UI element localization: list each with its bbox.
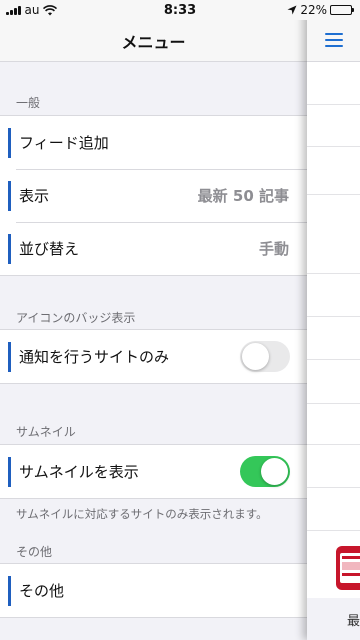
- footer-text-fragment: 最: [347, 614, 360, 629]
- content-navbar: [307, 20, 360, 62]
- menu-row-display[interactable]: 表示 最新 50 記事: [0, 169, 307, 222]
- list-divider: [307, 316, 360, 317]
- row-label: その他: [19, 582, 65, 600]
- hamburger-menu-icon[interactable]: [325, 33, 343, 47]
- toggle-knob: [261, 458, 288, 485]
- thumbnail-note: サムネイルに対応するサイトのみ表示されます。: [16, 507, 268, 521]
- toggle-knob: [242, 343, 269, 370]
- row-label: 並び替え: [19, 240, 80, 258]
- row-label: 通知を行うサイトのみ: [19, 348, 170, 366]
- menu-row-add-feed[interactable]: フィード追加: [0, 116, 307, 169]
- row-label: 表示: [19, 187, 50, 205]
- list-divider: [307, 444, 360, 445]
- list-divider: [307, 194, 360, 195]
- section-header-general: 一般: [16, 96, 41, 110]
- row-label: サムネイルを表示: [19, 463, 139, 481]
- location-arrow-icon: [287, 5, 297, 15]
- accent-bar: [8, 576, 11, 606]
- accent-bar: [8, 342, 11, 372]
- show-thumbnail-toggle[interactable]: [240, 456, 290, 487]
- list-divider: [307, 273, 360, 274]
- content-panel[interactable]: 最: [307, 0, 360, 640]
- accent-bar: [8, 234, 11, 264]
- other-group: その他: [0, 563, 307, 618]
- menu-row-other[interactable]: その他: [0, 564, 307, 617]
- menu-row-show-thumbnail: サムネイルを表示: [0, 445, 307, 498]
- menu-row-sort[interactable]: 並び替え 手動: [0, 222, 307, 275]
- content-footer: 最: [307, 598, 360, 640]
- section-header-thumbnail: サムネイル: [16, 425, 76, 439]
- status-right: 22%: [287, 3, 354, 17]
- list-divider: [307, 104, 360, 105]
- thumbnail-group: サムネイルを表示: [0, 444, 307, 499]
- section-header-badge: アイコンのバッジ表示: [16, 311, 136, 325]
- row-label: フィード追加: [19, 134, 109, 152]
- notify-only-toggle[interactable]: [240, 341, 290, 372]
- menu-panel: メニュー 一般 フィード追加 表示 最新 50 記事 並び替え 手動 アイコンの…: [0, 0, 307, 640]
- status-bar: au 8:33 22%: [0, 0, 360, 20]
- article-thumbnail[interactable]: [336, 546, 360, 590]
- list-divider: [307, 403, 360, 404]
- menu-navbar: メニュー: [0, 20, 307, 62]
- list-divider: [307, 359, 360, 360]
- badge-group: 通知を行うサイトのみ: [0, 329, 307, 384]
- list-divider: [307, 487, 360, 488]
- battery-percent: 22%: [300, 3, 327, 17]
- section-header-other: その他: [16, 545, 53, 559]
- general-group: フィード追加 表示 最新 50 記事 並び替え 手動: [0, 115, 307, 276]
- accent-bar: [8, 457, 11, 487]
- accent-bar: [8, 181, 11, 211]
- menu-row-notify-only: 通知を行うサイトのみ: [0, 330, 307, 383]
- battery-icon: [330, 5, 354, 15]
- accent-bar: [8, 128, 11, 158]
- page-title: メニュー: [121, 32, 186, 52]
- row-value: 手動: [258, 240, 289, 258]
- row-value: 最新 50 記事: [197, 187, 289, 205]
- list-divider: [307, 530, 360, 531]
- list-divider: [307, 146, 360, 147]
